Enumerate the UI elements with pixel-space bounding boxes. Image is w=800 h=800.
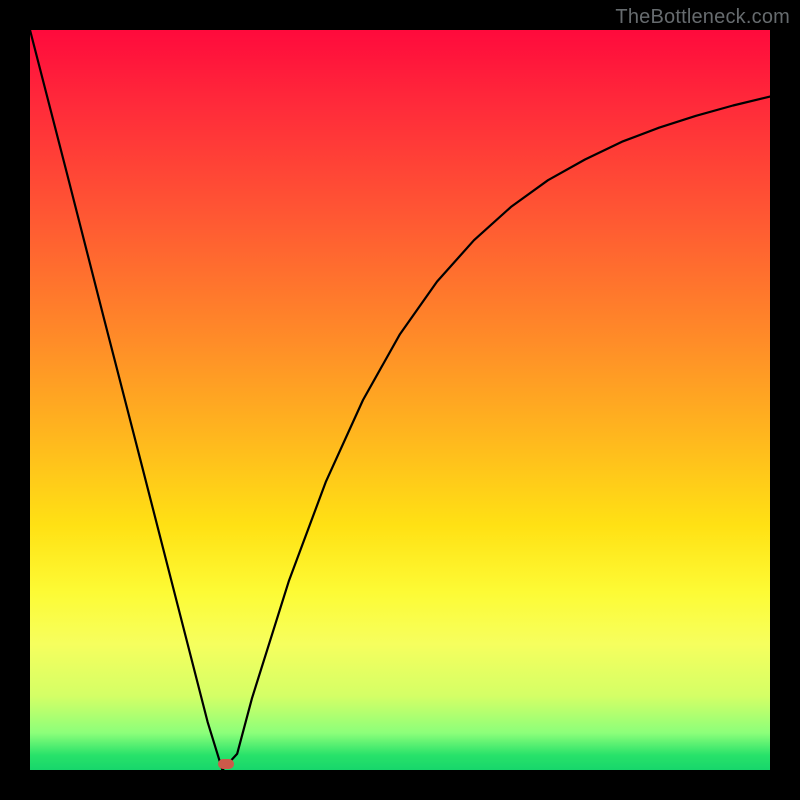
plot-area	[30, 30, 770, 770]
curve-layer	[30, 30, 770, 770]
watermark: TheBottleneck.com	[615, 6, 790, 29]
optimum-marker	[218, 759, 234, 769]
chart-frame: TheBottleneck.com	[0, 0, 800, 800]
bottleneck-curve	[30, 30, 770, 770]
